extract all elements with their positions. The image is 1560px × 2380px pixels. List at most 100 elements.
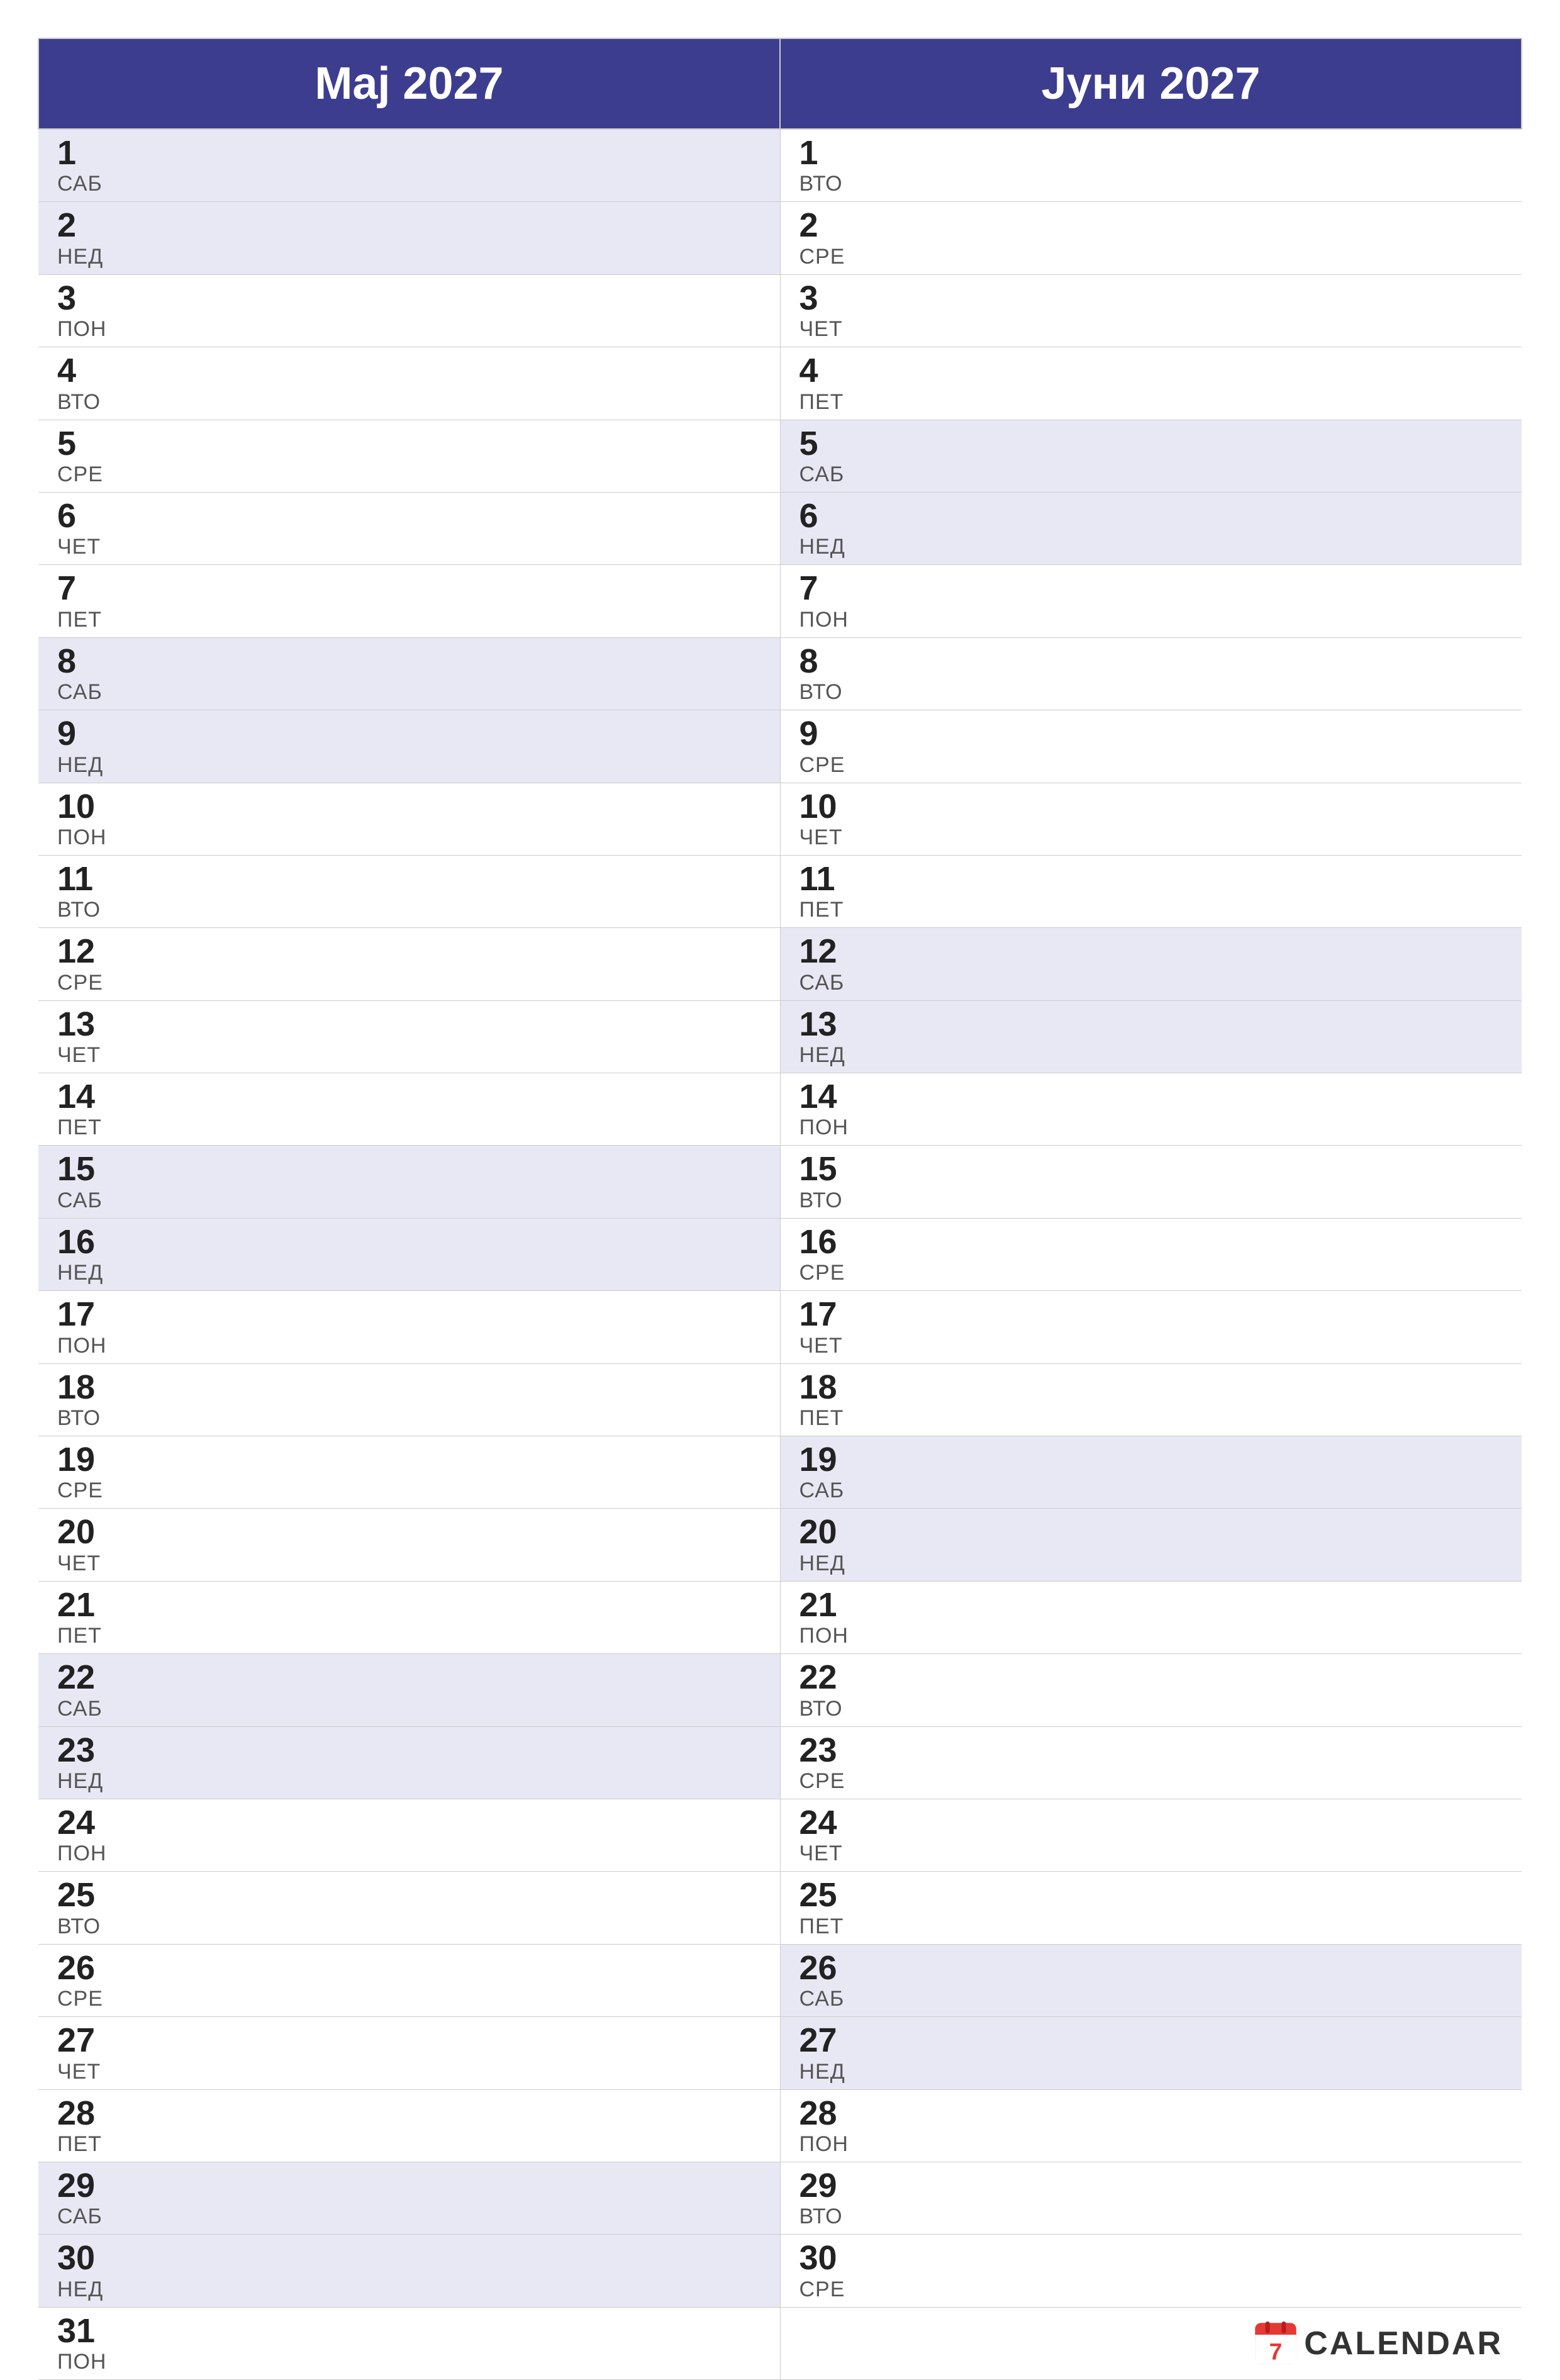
day-number: 7 <box>800 570 1503 607</box>
day-name: ПЕТ <box>800 1914 1503 1939</box>
day-number: 26 <box>57 1950 761 1987</box>
day-number: 24 <box>57 1804 761 1841</box>
day-number: 13 <box>57 1006 761 1043</box>
day-number: 19 <box>57 1441 761 1478</box>
may-day-cell: 28ПЕТ <box>38 2089 780 2162</box>
day-name: ПЕТ <box>57 608 761 632</box>
day-name: САБ <box>57 1697 761 1721</box>
june-day-cell: 5САБ <box>780 420 1522 492</box>
table-row: 20ЧЕТ20НЕД <box>38 1509 1522 1581</box>
june-day-cell: 27НЕД <box>780 2017 1522 2089</box>
day-name: ВТО <box>800 2204 1503 2229</box>
may-day-cell: 20ЧЕТ <box>38 1509 780 1581</box>
june-day-cell: 24ЧЕТ <box>780 1799 1522 1871</box>
day-number: 28 <box>800 2095 1503 2132</box>
day-name: СРЕ <box>800 1261 1503 1285</box>
june-day-cell: 9СРЕ <box>780 710 1522 783</box>
day-name: ВТО <box>800 1188 1503 1213</box>
day-number: 14 <box>57 1078 761 1115</box>
table-row: 19СРЕ19САБ <box>38 1436 1522 1509</box>
day-name: ВТО <box>800 172 1503 196</box>
day-number: 15 <box>800 1151 1503 1188</box>
june-day-cell: 29ВТО <box>780 2162 1522 2234</box>
day-number: 21 <box>57 1587 761 1624</box>
may-day-cell: 2НЕД <box>38 202 780 274</box>
calendar-table: Maj 2027 Јуни 2027 1САБ1ВТО2НЕД2СРЕ3ПОН3… <box>38 38 1522 2380</box>
day-number: 31 <box>57 2313 761 2350</box>
may-day-cell: 29САБ <box>38 2162 780 2234</box>
day-name: ПОН <box>57 825 761 850</box>
may-day-cell: 31ПОН <box>38 2307 780 2379</box>
may-day-cell: 25ВТО <box>38 1872 780 1944</box>
day-name: ПОН <box>57 1334 761 1358</box>
table-row: 14ПЕТ14 ПОН <box>38 1073 1522 1146</box>
may-day-cell: 14ПЕТ <box>38 1073 780 1146</box>
day-number: 26 <box>800 1950 1503 1987</box>
day-number: 12 <box>800 933 1503 970</box>
day-number: 24 <box>800 1804 1503 1841</box>
june-day-cell: 20НЕД <box>780 1509 1522 1581</box>
day-number: 10 <box>57 788 761 825</box>
table-row: 5СРЕ5САБ <box>38 420 1522 492</box>
june-day-cell: 2СРЕ <box>780 202 1522 274</box>
june-day-cell: 23СРЕ <box>780 1726 1522 1799</box>
day-number: 23 <box>800 1732 1503 1769</box>
day-name: НЕД <box>57 2277 761 2302</box>
june-day-cell: 8ВТО <box>780 637 1522 710</box>
day-name: ПОН <box>800 1115 1503 1140</box>
table-row: 17ПОН17ЧЕТ <box>38 1291 1522 1363</box>
day-name: ЧЕТ <box>57 535 761 559</box>
day-name: ПЕТ <box>800 1406 1503 1431</box>
day-name: ПЕТ <box>800 898 1503 922</box>
day-name: ПЕТ <box>57 1115 761 1140</box>
day-number: 30 <box>57 2240 761 2277</box>
day-name: ПЕТ <box>57 2132 761 2157</box>
table-row: 29САБ29ВТО <box>38 2162 1522 2234</box>
day-name: САБ <box>800 1987 1503 2011</box>
day-number: 17 <box>800 1296 1503 1333</box>
day-name: ЧЕТ <box>57 1551 761 1576</box>
may-day-cell: 9НЕД <box>38 710 780 783</box>
june-day-cell: 10ЧЕТ <box>780 783 1522 855</box>
day-number: 11 <box>57 861 761 898</box>
table-row: 18ВТО18ПЕТ <box>38 1363 1522 1436</box>
day-name: ПЕТ <box>57 1624 761 1648</box>
june-day-cell: 22ВТО <box>780 1654 1522 1726</box>
table-row: 21ПЕТ 21ПОН <box>38 1581 1522 1653</box>
header-row: Maj 2027 Јуни 2027 <box>38 38 1522 129</box>
day-number: 12 <box>57 933 761 970</box>
june-day-cell: 21ПОН <box>780 1581 1522 1653</box>
may-day-cell: 26СРЕ <box>38 1944 780 2016</box>
day-name: СРЕ <box>800 1769 1503 1794</box>
day-name: СРЕ <box>57 462 761 487</box>
table-row: 23НЕД23СРЕ <box>38 1726 1522 1799</box>
may-day-cell: 30НЕД <box>38 2235 780 2307</box>
day-name: СРЕ <box>800 2277 1503 2302</box>
table-row: 24ПОН24ЧЕТ <box>38 1799 1522 1871</box>
may-day-cell: 3ПОН <box>38 274 780 347</box>
day-number: 22 <box>800 1659 1503 1696</box>
table-row: 22САБ22ВТО <box>38 1654 1522 1726</box>
day-name: СРЕ <box>57 1478 761 1503</box>
day-name: НЕД <box>800 535 1503 559</box>
table-row: 9НЕД9СРЕ <box>38 710 1522 783</box>
day-name: НЕД <box>57 245 761 269</box>
day-name: САБ <box>800 462 1503 487</box>
day-number: 20 <box>800 1514 1503 1551</box>
may-day-cell: 11ВТО <box>38 855 780 927</box>
day-number: 3 <box>57 280 761 317</box>
june-header: Јуни 2027 <box>780 38 1522 129</box>
page: Maj 2027 Јуни 2027 1САБ1ВТО2НЕД2СРЕ3ПОН3… <box>0 0 1560 2207</box>
day-number: 19 <box>800 1441 1503 1478</box>
day-number: 2 <box>800 207 1503 244</box>
table-row: 7ПЕТ7ПОН <box>38 565 1522 637</box>
day-number: 22 <box>57 1659 761 1696</box>
june-day-cell: 6НЕД <box>780 492 1522 564</box>
day-number: 9 <box>800 715 1503 752</box>
table-row: 25ВТО25ПЕТ <box>38 1872 1522 1944</box>
table-row: 13ЧЕТ13НЕД <box>38 1000 1522 1073</box>
day-name: ВТО <box>800 1697 1503 1721</box>
day-number: 6 <box>57 498 761 535</box>
june-day-cell: 4ПЕТ <box>780 347 1522 420</box>
june-day-cell: 15ВТО <box>780 1146 1522 1218</box>
